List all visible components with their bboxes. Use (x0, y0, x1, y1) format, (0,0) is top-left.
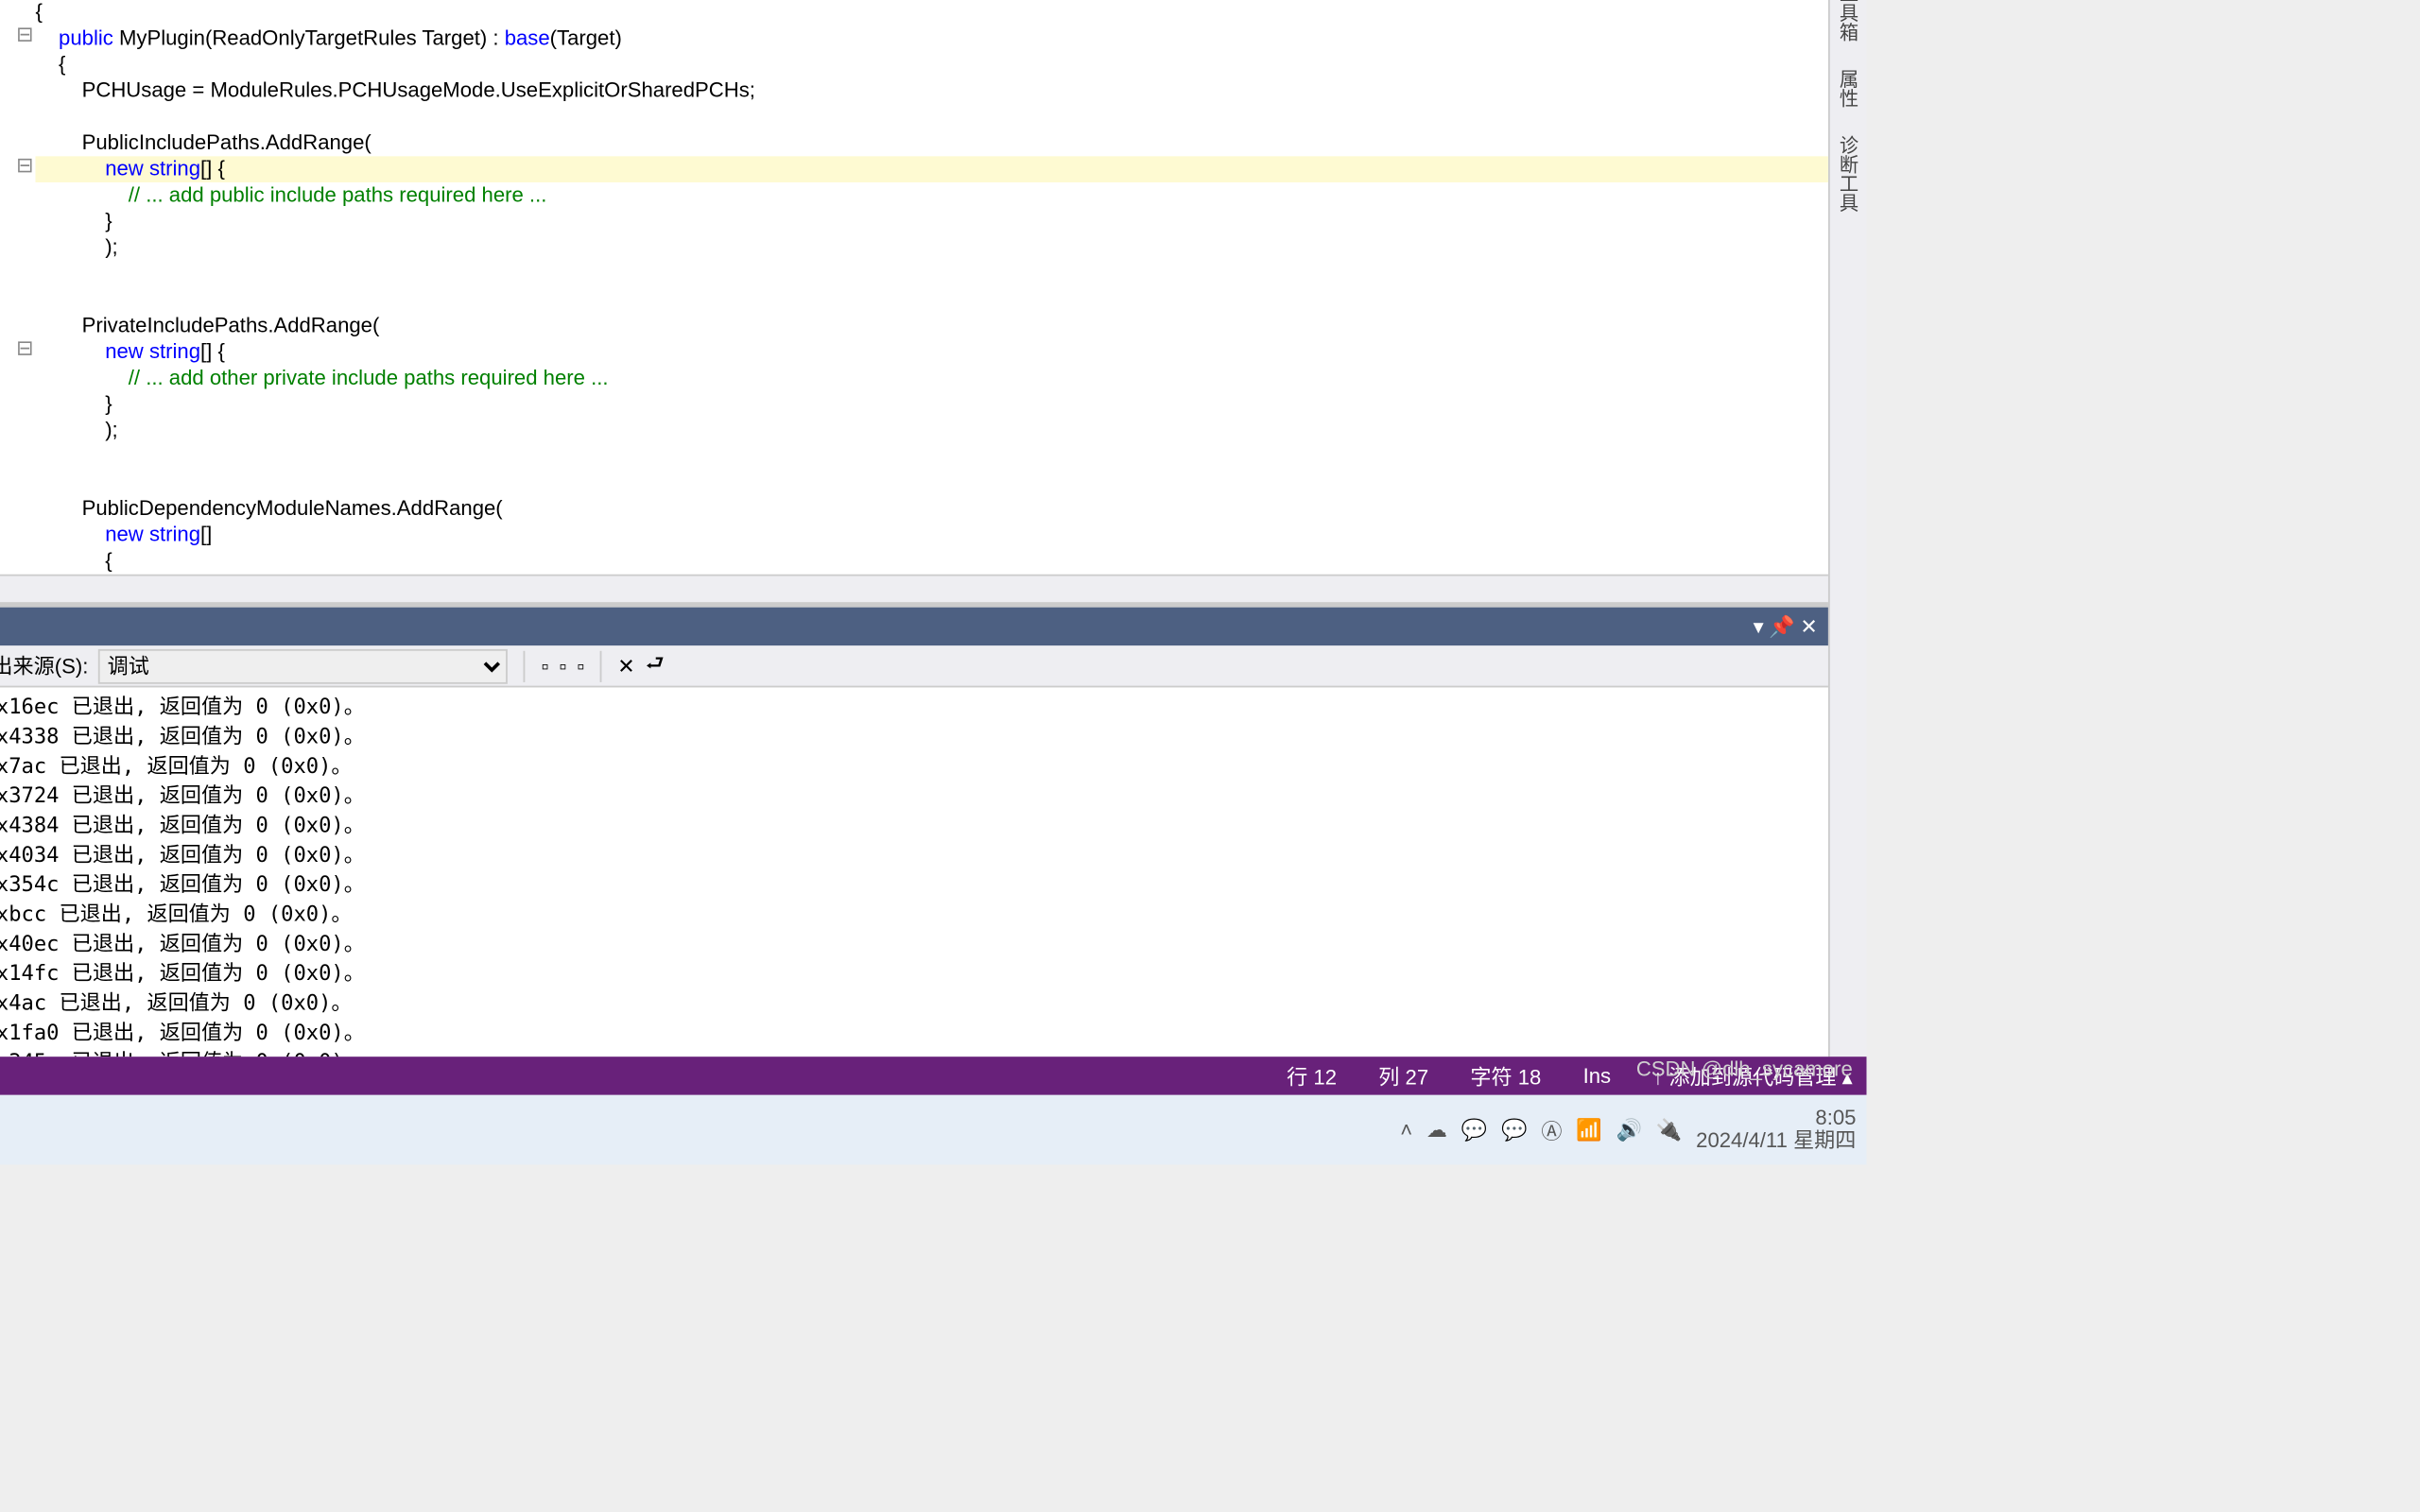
status-line: 行 12 (1287, 1061, 1337, 1091)
windows-taskbar: ⊞ 🔍 搜索 ▭ 🌐 🔴 📁 ˄ ☁ 💬 💬 Ⓐ 📶 🔊 🔌 8:052024/… (0, 1095, 1867, 1165)
tray-up-icon[interactable]: ˄ (1400, 1118, 1412, 1143)
editor-area: OtherM.cppCoreTwo.cppOtherM.Build.csPlug… (0, 0, 1828, 1057)
tray-icon[interactable]: Ⓐ (1541, 1115, 1562, 1144)
output-source-label: 显示输出来源(S): (0, 651, 88, 680)
out-ic[interactable]: ▫ (542, 654, 549, 679)
panel-close-icon[interactable]: ✕ (1800, 614, 1818, 639)
panel-pin-icon[interactable]: 📌 (1769, 614, 1795, 639)
right-side-tabs: 服务器资源管理器工具箱属性诊断工具 (1828, 0, 1867, 1057)
clock[interactable]: 8:052024/4/11 星期四 (1696, 1107, 1856, 1153)
zoom-level[interactable]: 100 % ▾ (0, 575, 1828, 602)
status-char: 字符 18 (1470, 1061, 1541, 1091)
wifi-icon[interactable]: 📶 (1576, 1118, 1602, 1143)
output-source-select[interactable]: 调试 (98, 648, 508, 683)
volume-icon[interactable]: 🔊 (1616, 1118, 1643, 1143)
power-icon[interactable]: 🔌 (1656, 1118, 1683, 1143)
side-tab[interactable]: 诊断工具 (1830, 121, 1867, 226)
status-bar: ▭ 就绪 行 12 列 27 字符 18 Ins ↑ 添加到源代码管理 ▴ (0, 1057, 1867, 1095)
status-ins: Ins (1583, 1064, 1612, 1089)
output-toolbar: 显示输出来源(S): 调试 ▫ ▫ ▫ ✕ ⮐ (0, 645, 1828, 687)
status-col: 列 27 (1378, 1061, 1428, 1091)
wrap-icon[interactable]: ⮐ (646, 647, 665, 684)
panel-dropdown-icon[interactable]: ▾ (1754, 614, 1764, 639)
tray-icon[interactable]: 💬 (1501, 1118, 1528, 1143)
side-tab[interactable]: 属性 (1830, 55, 1867, 121)
out-ic[interactable]: ▫ (559, 654, 566, 679)
status-source-control[interactable]: ↑ 添加到源代码管理 ▴ (1652, 1061, 1852, 1091)
tray-icon[interactable]: ☁ (1426, 1118, 1447, 1143)
output-panel: 输出 ▾📌✕ 显示输出来源(S): 调试 ▫ ▫ ▫ ✕ ⮐ 线程 0x16ec… (0, 602, 1828, 1057)
output-text[interactable]: 线程 0x16ec 已退出, 返回值为 0 (0x0)。 线程 0x4338 已… (0, 687, 1828, 1057)
clear-icon[interactable]: ✕ (617, 654, 635, 679)
side-tab[interactable]: 工具箱 (1830, 0, 1867, 55)
code-editor[interactable]: 1234567891011121314151617181920212223242… (0, 0, 1828, 575)
output-header: 输出 ▾📌✕ (0, 608, 1828, 646)
tray-icon[interactable]: 💬 (1461, 1118, 1488, 1143)
out-ic[interactable]: ▫ (577, 654, 584, 679)
